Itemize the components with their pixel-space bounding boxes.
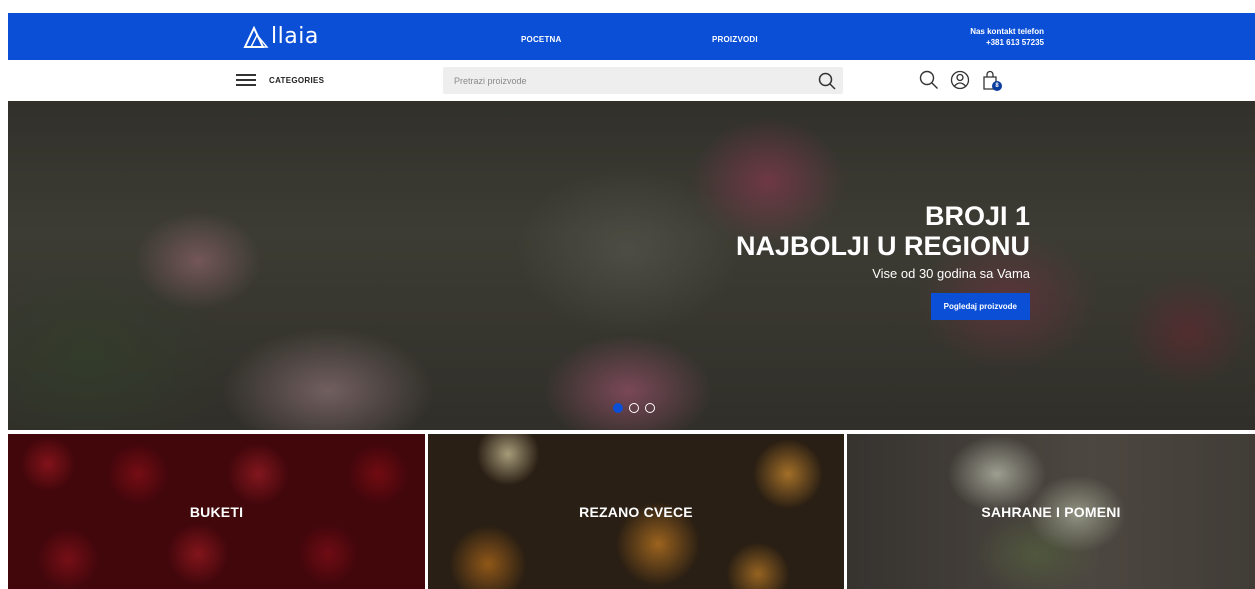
search-input[interactable]	[443, 67, 803, 94]
category-tile-label: SAHRANE I POMENI	[981, 503, 1121, 520]
category-tiles: BUKETI REZANO CVECE SAHRANE I POMENI	[8, 434, 1255, 589]
user-icon[interactable]	[949, 69, 971, 91]
logo-text: llaia	[271, 24, 319, 49]
contact-label: Nas kontakt telefon	[970, 27, 1044, 36]
search-bar	[443, 67, 843, 94]
hero-banner: BROJI 1 NAJBOLJI U REGIONU Vise od 30 go…	[8, 101, 1255, 430]
slider-dot-2[interactable]	[629, 403, 639, 413]
logo[interactable]: llaia	[243, 24, 319, 49]
menu-icon	[232, 71, 260, 89]
slider-dot-3[interactable]	[645, 403, 655, 413]
header-actions: 8	[918, 69, 1002, 91]
contact-info: Nas kontakt telefon +381 613 57235	[948, 26, 1044, 48]
slider-dot-1[interactable]	[613, 403, 623, 413]
contact-phone[interactable]: +381 613 57235	[948, 37, 1044, 48]
hero-title-line1: BROJI 1	[924, 201, 1030, 231]
category-tile-label: REZANO CVECE	[579, 503, 693, 520]
search-icon[interactable]	[918, 69, 940, 91]
hero-subtitle: Vise od 30 godina sa Vama	[872, 266, 1030, 281]
category-tile-label: BUKETI	[189, 503, 244, 520]
slider-dots	[613, 403, 655, 413]
logo-mark-icon	[243, 25, 269, 48]
category-tile-cut-flowers[interactable]: REZANO CVECE	[428, 434, 844, 589]
cart-button[interactable]: 8	[980, 69, 1002, 91]
categories-menu-button[interactable]: CATEGORIES	[232, 71, 324, 89]
category-tile-funerals[interactable]: SAHRANE I POMENI	[847, 434, 1255, 589]
cart-count-badge: 8	[992, 81, 1002, 91]
page: llaia POCETNA PROIZVODI Nas kontakt tele…	[0, 0, 1255, 589]
search-icon[interactable]	[817, 71, 837, 91]
sub-header: CATEGORIES 8	[8, 60, 1255, 101]
nav-products-link[interactable]: PROIZVODI	[712, 35, 758, 44]
view-products-button[interactable]: Pogledaj proizvode	[930, 293, 1030, 320]
nav-home-link[interactable]: POCETNA	[521, 35, 562, 44]
hero-title-line2: NAJBOLJI U REGIONU	[735, 231, 1030, 261]
top-header: llaia POCETNA PROIZVODI Nas kontakt tele…	[8, 13, 1255, 60]
hero-copy: BROJI 1 NAJBOLJI U REGIONU Vise od 30 go…	[736, 201, 1030, 320]
category-tile-bouquets[interactable]: BUKETI	[8, 434, 425, 589]
categories-label: CATEGORIES	[269, 75, 325, 85]
